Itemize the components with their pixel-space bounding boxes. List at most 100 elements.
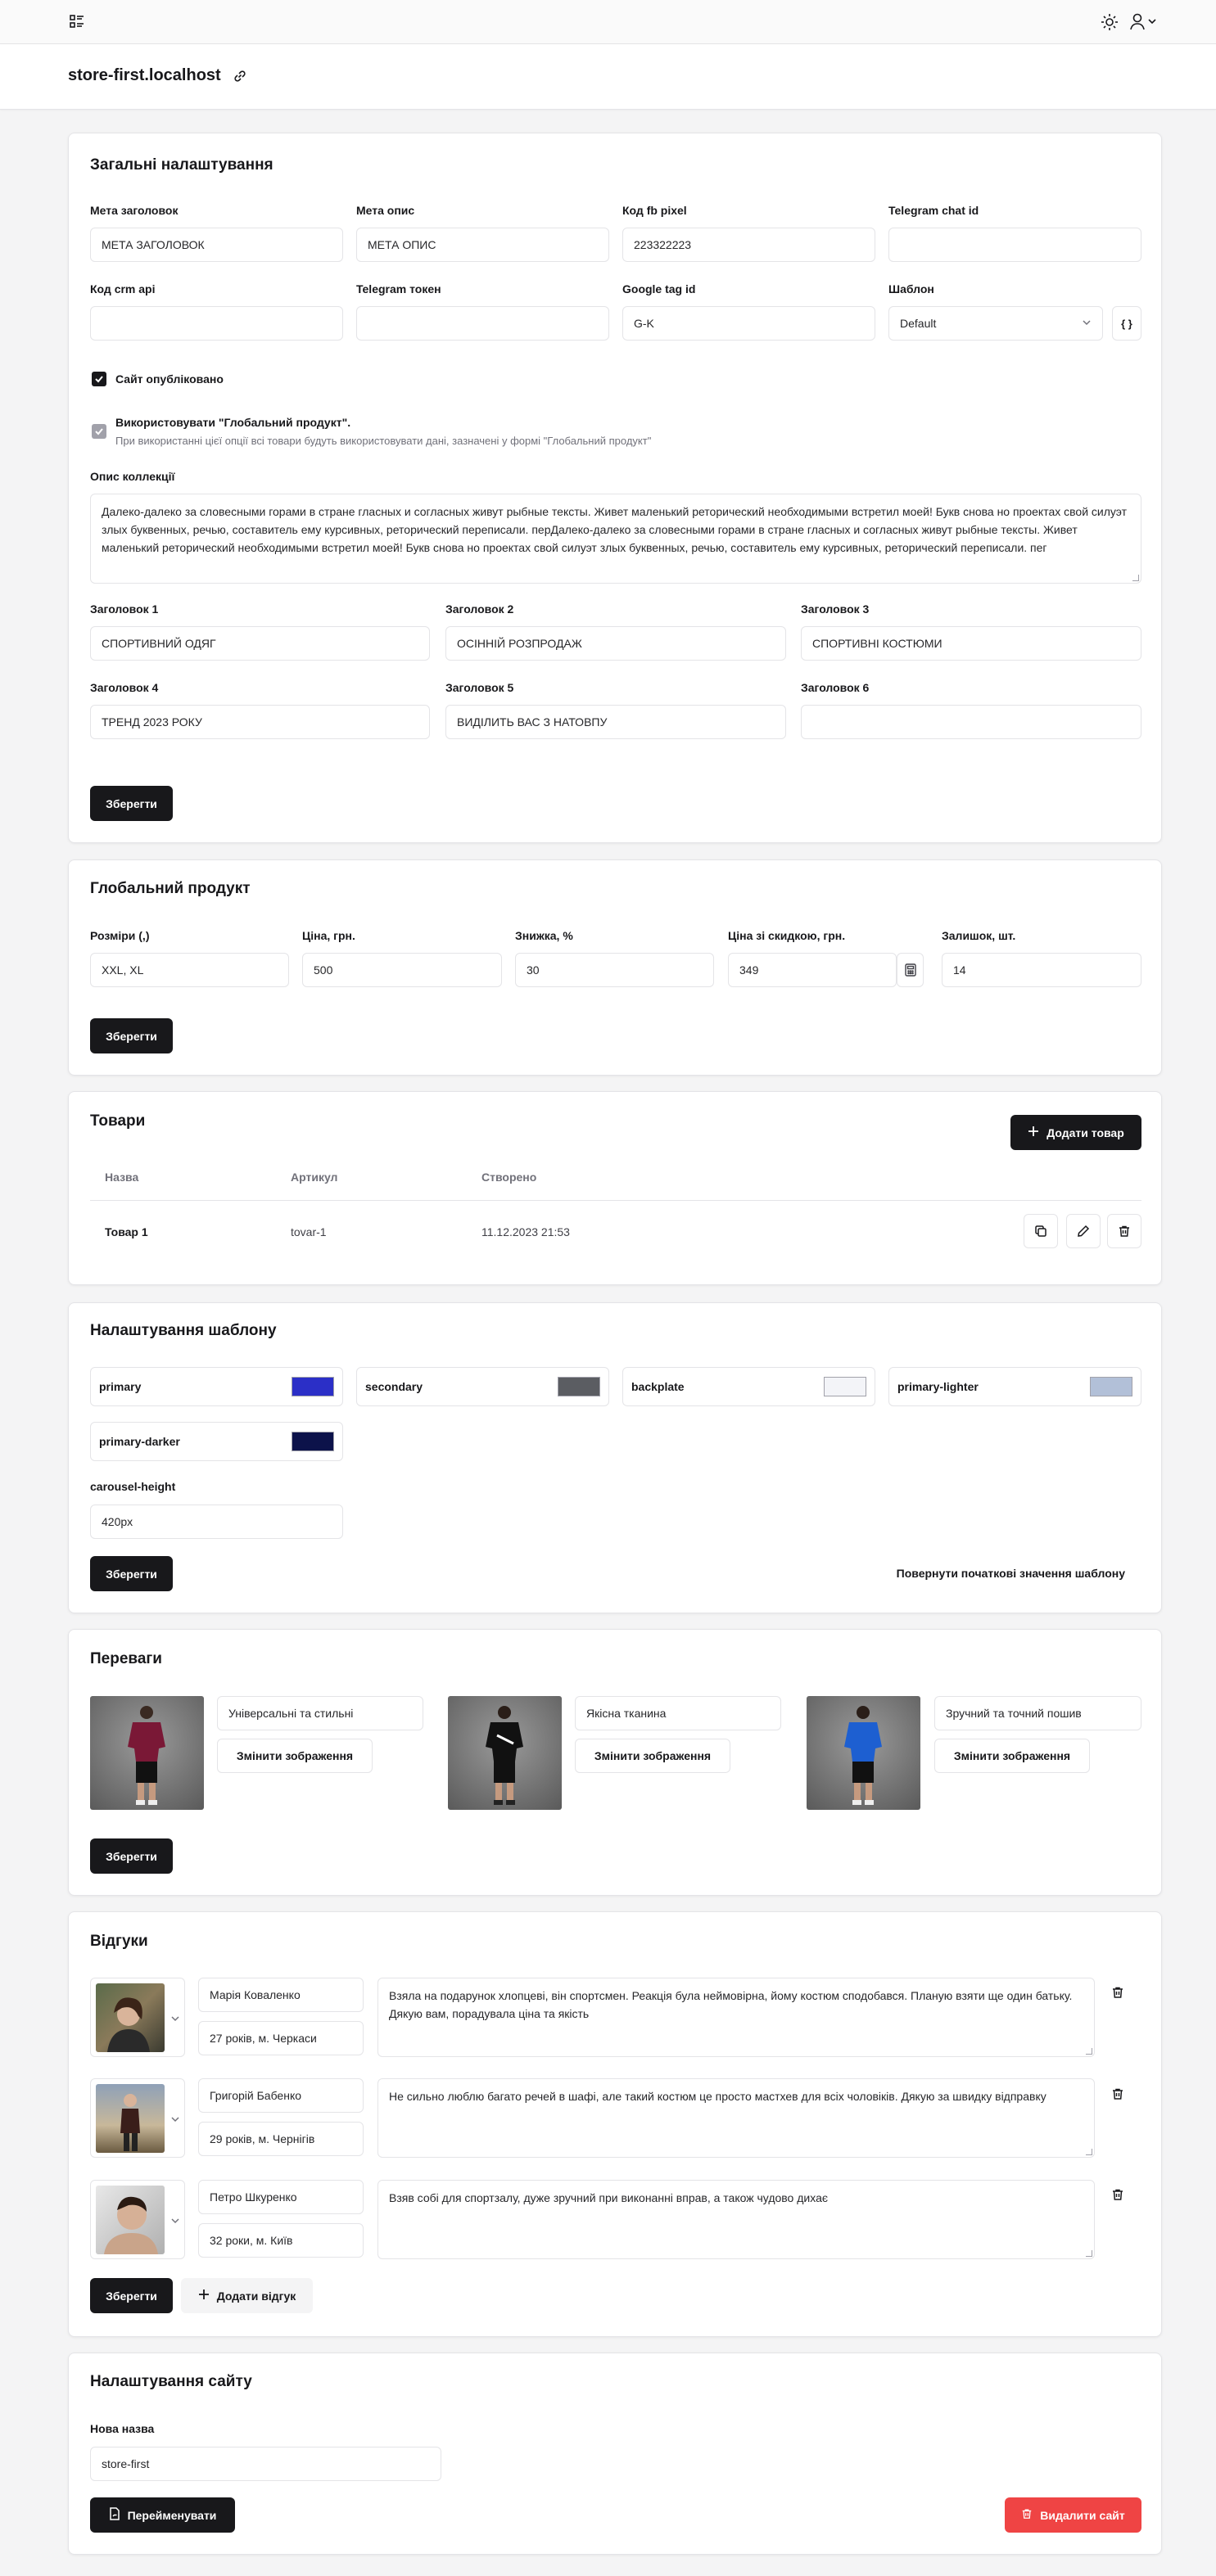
rename-button[interactable]: Перейменувати: [90, 2497, 235, 2533]
template-json-button[interactable]: { }: [1112, 306, 1141, 341]
meta-description-input[interactable]: МЕТА ОПИС: [356, 228, 609, 262]
stock-input[interactable]: 14: [942, 953, 1141, 987]
sizes-input[interactable]: XXL, XL: [90, 953, 289, 987]
heading-1-input[interactable]: СПОРТИВНИЙ ОДЯГ: [90, 626, 430, 661]
color-swatch[interactable]: [292, 1377, 334, 1396]
user-menu-button[interactable]: [1129, 12, 1160, 32]
color-swatch[interactable]: [824, 1377, 866, 1396]
collection-description-textarea[interactable]: Далеко-далеко за словесными горами в стр…: [90, 494, 1141, 584]
heading-label: Заголовок 4: [90, 681, 159, 694]
field-label: Telegram chat id: [888, 204, 979, 217]
field-label: Ціна, грн.: [302, 929, 355, 942]
field-label: Залишок, шт.: [942, 929, 1016, 942]
change-image-button[interactable]: Змінити зображення: [217, 1739, 373, 1773]
reviewer-meta-input[interactable]: 29 років, м. Чернігів: [198, 2122, 364, 2156]
color-primary[interactable]: primary: [90, 1367, 343, 1406]
fb-pixel-input[interactable]: 223322223: [622, 228, 875, 262]
menu-icon[interactable]: [69, 13, 85, 29]
review-text: Не сильно люблю багато речей в шафі, але…: [389, 2090, 1046, 2103]
heading-label: Заголовок 3: [801, 602, 870, 616]
save-button[interactable]: Зберегти: [90, 1018, 173, 1053]
heading-label: Заголовок 1: [90, 602, 159, 616]
trash-icon[interactable]: [1111, 2188, 1124, 2204]
resize-handle[interactable]: [1086, 2250, 1092, 2257]
trash-icon[interactable]: [1111, 1986, 1124, 2001]
save-button[interactable]: Зберегти: [90, 786, 173, 821]
color-swatch[interactable]: [292, 1432, 334, 1451]
reviewer-name-input[interactable]: Григорій Бабенко: [198, 2078, 364, 2113]
google-tag-input[interactable]: G-K: [622, 306, 875, 341]
save-button[interactable]: Зберегти: [90, 2278, 173, 2313]
heading-5-input[interactable]: ВИДІЛИТЬ ВАС З НАТОВПУ: [445, 705, 786, 739]
column-header: Назва: [105, 1171, 139, 1184]
telegram-chat-id-input[interactable]: [888, 228, 1141, 262]
save-button[interactable]: Зберегти: [90, 1556, 173, 1591]
color-primary-lighter[interactable]: primary-lighter: [888, 1367, 1141, 1406]
heading-4-input[interactable]: ТРЕНД 2023 РОКУ: [90, 705, 430, 739]
section-title: Загальні налаштування: [90, 156, 273, 174]
advantage-text-input[interactable]: Зручний та точний пошив: [934, 1696, 1141, 1730]
add-review-button[interactable]: Додати відгук: [181, 2278, 313, 2313]
heading-6-input[interactable]: [801, 705, 1141, 739]
file-icon: [109, 2507, 120, 2523]
avatar: [96, 2084, 165, 2153]
chevron-down-icon: [170, 2215, 180, 2228]
calculator-icon[interactable]: [897, 953, 924, 987]
change-image-button[interactable]: Змінити зображення: [575, 1739, 730, 1773]
published-checkbox[interactable]: [92, 372, 106, 386]
reset-template-button[interactable]: Повернути початкові значення шаблону: [897, 1567, 1125, 1580]
trash-icon[interactable]: [1111, 2087, 1124, 2103]
price-input[interactable]: 500: [302, 953, 502, 987]
resize-handle[interactable]: [1132, 575, 1139, 581]
add-product-button[interactable]: Додати товар: [1010, 1115, 1141, 1150]
reviewer-meta-input[interactable]: 32 роки, м. Київ: [198, 2223, 364, 2258]
save-button[interactable]: Зберегти: [90, 1838, 173, 1874]
review-text-textarea[interactable]: Не сильно люблю багато речей в шафі, але…: [377, 2078, 1095, 2158]
advantage-image: [448, 1696, 562, 1810]
advantage-text-input[interactable]: Якісна тканина: [575, 1696, 781, 1730]
new-name-input[interactable]: store-first: [90, 2447, 441, 2481]
heading-3-input[interactable]: СПОРТИВНІ КОСТЮМИ: [801, 626, 1141, 661]
review-text-textarea[interactable]: Взяв собі для спортзалу, дуже зручний пр…: [377, 2180, 1095, 2259]
avatar-select[interactable]: [90, 2180, 185, 2259]
delete-button[interactable]: [1107, 1214, 1141, 1248]
avatar-select[interactable]: [90, 1978, 185, 2057]
review-text-textarea[interactable]: Взяла на подарунок хлопцеві, він спортсм…: [377, 1978, 1095, 2057]
review-text: Взяла на подарунок хлопцеві, він спортсм…: [389, 1989, 1073, 2020]
meta-title-input[interactable]: МЕТА ЗАГОЛОВОК: [90, 228, 343, 262]
resize-handle[interactable]: [1086, 2048, 1092, 2055]
field-label: Шаблон: [888, 282, 934, 295]
crm-api-input[interactable]: [90, 306, 343, 341]
link-icon[interactable]: [233, 69, 247, 83]
avatar-select[interactable]: [90, 2078, 185, 2158]
color-secondary[interactable]: secondary: [356, 1367, 609, 1406]
change-image-button[interactable]: Змінити зображення: [934, 1739, 1090, 1773]
template-settings-card: Налаштування шаблону primary secondary b…: [68, 1302, 1162, 1613]
field-label: Код crm api: [90, 282, 156, 295]
discount-price-input[interactable]: 349: [728, 953, 897, 987]
column-header: Створено: [481, 1171, 537, 1184]
store-header: store-first.localhost: [0, 44, 1216, 110]
theme-toggle-sun-icon[interactable]: [1101, 13, 1119, 31]
heading-2-input[interactable]: ОСІННІЙ РОЗПРОДАЖ: [445, 626, 786, 661]
color-backplate[interactable]: backplate: [622, 1367, 875, 1406]
reviewer-name-input[interactable]: Петро Шкуренко: [198, 2180, 364, 2214]
global-product-checkbox[interactable]: [92, 424, 106, 439]
discount-input[interactable]: 30: [515, 953, 714, 987]
color-primary-darker[interactable]: primary-darker: [90, 1422, 343, 1461]
reviewer-name-input[interactable]: Марія Коваленко: [198, 1978, 364, 2012]
copy-button[interactable]: [1024, 1214, 1058, 1248]
template-select[interactable]: Default: [888, 306, 1103, 341]
delete-site-button[interactable]: Видалити сайт: [1005, 2497, 1141, 2533]
field-label: Google tag id: [622, 282, 696, 295]
advantage-text-input[interactable]: Універсальні та стильні: [217, 1696, 423, 1730]
carousel-height-input[interactable]: 420px: [90, 1505, 343, 1539]
table-row[interactable]: Товар 1 tovar-1 11.12.2023 21:53: [90, 1201, 1141, 1265]
edit-button[interactable]: [1066, 1214, 1101, 1248]
telegram-token-input[interactable]: [356, 306, 609, 341]
reviewer-meta-input[interactable]: 27 років, м. Черкаси: [198, 2021, 364, 2055]
resize-handle[interactable]: [1086, 2149, 1092, 2155]
color-swatch[interactable]: [1090, 1377, 1132, 1396]
advantages-card: Переваги Універсальні та стильні Змінити…: [68, 1629, 1162, 1896]
color-swatch[interactable]: [558, 1377, 600, 1396]
